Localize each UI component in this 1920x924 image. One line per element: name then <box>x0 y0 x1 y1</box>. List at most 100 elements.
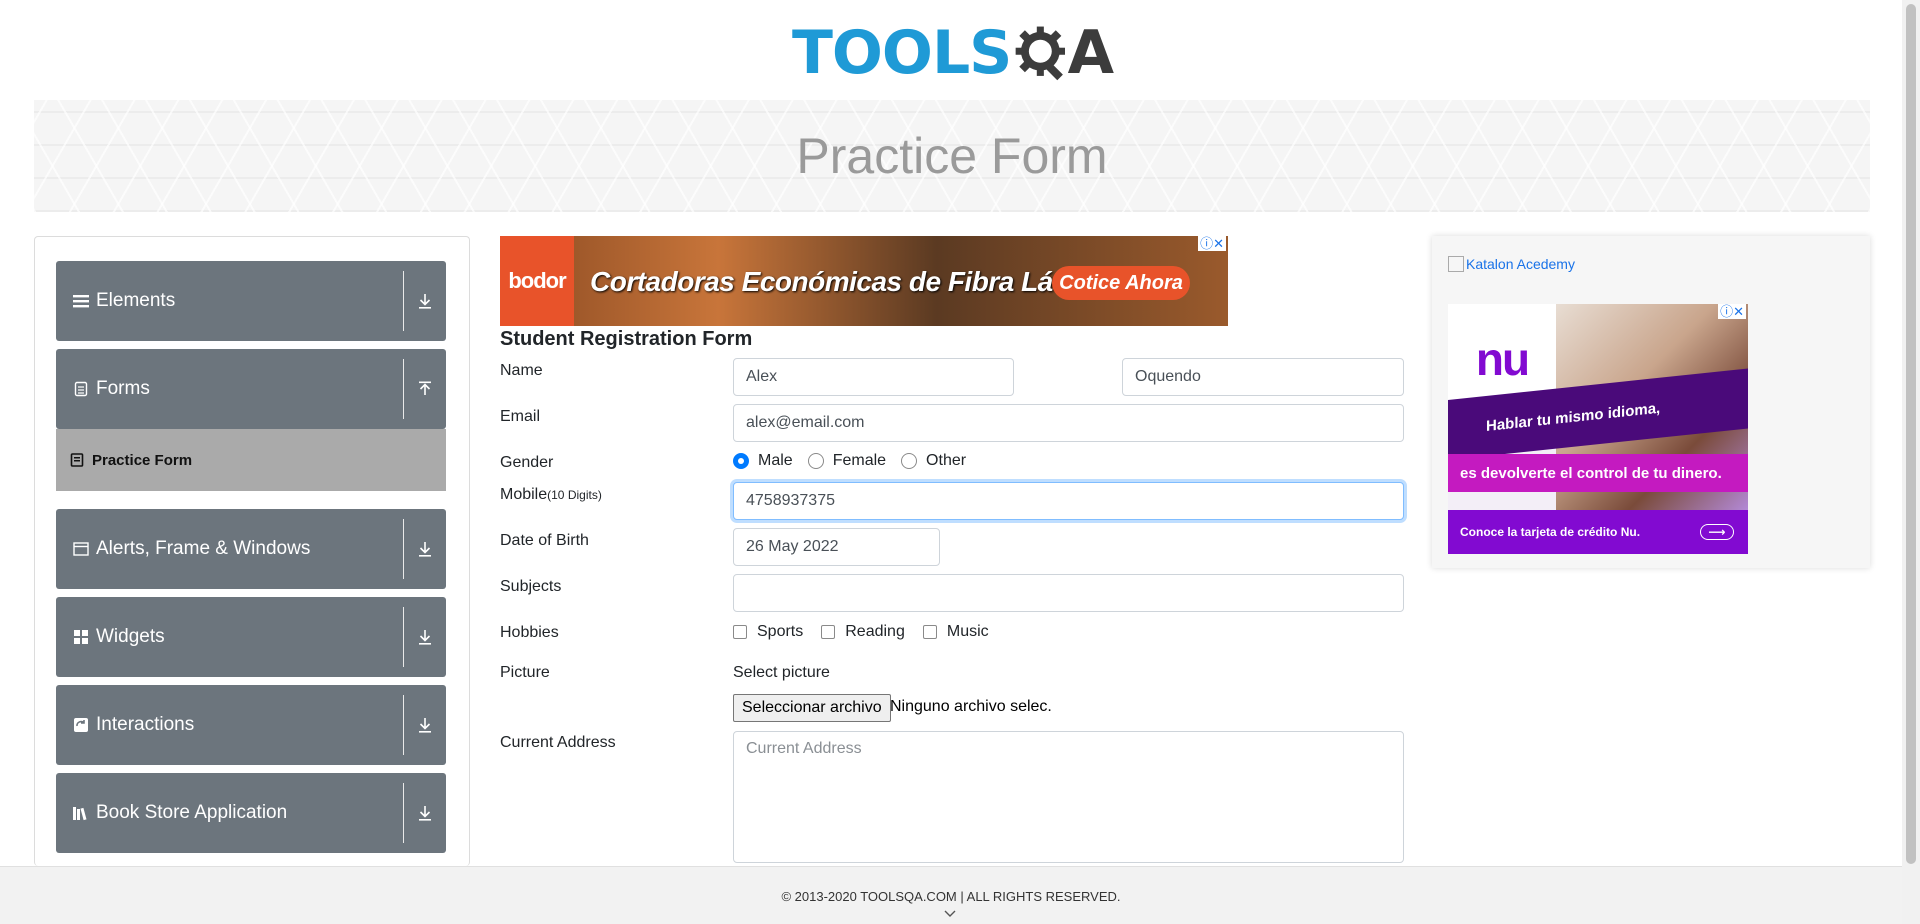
hobby-label: Music <box>946 623 989 640</box>
hamburger-icon <box>72 292 90 310</box>
gear-magnifier-icon <box>1016 26 1066 81</box>
arrow-right-icon[interactable]: ⟶ <box>1700 524 1734 540</box>
ad-line-2: es devolverte el control de tu dinero. <box>1448 454 1748 492</box>
email-input[interactable]: alex@email.com <box>733 404 1404 442</box>
sidebar-group-label: Elements <box>96 290 176 311</box>
gender-radio-group: Male Female Other <box>733 452 981 470</box>
hobbies-checkbox-group: Sports Reading Music <box>733 623 1004 641</box>
download-icon[interactable] <box>412 597 438 677</box>
upload-icon[interactable] <box>412 349 438 429</box>
mobile-input[interactable]: 4758937375 <box>733 482 1404 520</box>
ad-line-3: Conoce la tarjeta de crédito Nu. <box>1460 525 1641 539</box>
gender-option-label: Female <box>832 452 887 469</box>
ad-cta-button[interactable]: Cotice Ahora <box>1052 266 1190 300</box>
dob-label: Date of Birth <box>500 532 589 549</box>
page-title: Practice Form <box>796 128 1108 184</box>
advertisement-banner[interactable]: bodor Cortadoras Económicas de Fibra Lás… <box>500 236 1228 326</box>
gender-other-option[interactable]: Other <box>901 452 966 470</box>
mobile-label-text: Mobile <box>500 486 548 503</box>
sidebar-group-label: Forms <box>96 378 150 399</box>
divider <box>403 359 404 419</box>
hobbies-label: Hobbies <box>500 624 559 641</box>
current-address-textarea[interactable]: Current Address <box>733 731 1404 863</box>
image-alt-text: Katalon Acedemy <box>1466 256 1575 272</box>
sidebar-group-interactions[interactable]: Interactions <box>56 685 446 765</box>
file-status-text: Ninguno archivo selec. <box>890 698 1052 715</box>
grid-icon <box>72 628 90 646</box>
radio-button[interactable] <box>901 453 918 469</box>
sidebar-group-book-store-application[interactable]: Book Store Application <box>56 773 446 853</box>
ad-choices-icon[interactable]: ⓘ✕ <box>1718 304 1746 319</box>
sidebar-group-alerts-frame-windows[interactable]: Alerts, Frame & Windows <box>56 509 446 589</box>
name-label: Name <box>500 362 543 379</box>
form-icon <box>70 453 84 467</box>
hobby-music-option[interactable]: Music <box>922 623 989 641</box>
document-icon <box>72 380 90 398</box>
sidebar-item-practice-form[interactable]: Practice Form <box>56 429 446 491</box>
checkbox[interactable] <box>922 625 937 639</box>
copyright-text: © 2013-2020 TOOLSQA.COM | ALL RIGHTS RES… <box>781 889 1121 904</box>
form-title: Student Registration Form <box>500 328 753 350</box>
sidebar-group-label: Interactions <box>96 714 195 735</box>
sidebar-group-elements[interactable]: Elements <box>56 261 446 341</box>
last-name-input[interactable]: Oquendo <box>1122 358 1404 396</box>
interaction-icon <box>72 716 90 734</box>
side-advertisement: Katalon Acedemy nu Hablar tu mismo idiom… <box>1432 236 1870 568</box>
katalon-ad-link[interactable]: Katalon Acedemy <box>1448 256 1575 272</box>
nu-advertisement[interactable]: nu Hablar tu mismo idioma, es devolverte… <box>1448 304 1748 554</box>
scrollbar-thumb[interactable] <box>1906 4 1916 864</box>
current-address-label: Current Address <box>500 734 616 751</box>
ad-brand-logo: bodor <box>500 236 574 326</box>
subjects-label: Subjects <box>500 578 562 595</box>
vertical-scrollbar[interactable] <box>1902 0 1920 924</box>
gender-label: Gender <box>500 454 554 471</box>
email-label: Email <box>500 408 541 425</box>
chevron-down-icon[interactable] <box>943 907 957 921</box>
sidebar-group-widgets[interactable]: Widgets <box>56 597 446 677</box>
divider <box>403 607 404 667</box>
gender-female-option[interactable]: Female <box>807 452 887 470</box>
logo-text-end: A <box>1067 18 1114 88</box>
ad-footer-band: Conoce la tarjeta de crédito Nu. ⟶ <box>1448 510 1748 554</box>
toolsqa-logo[interactable]: TOOLS A <box>792 16 1114 90</box>
checkbox[interactable] <box>821 625 836 639</box>
sidebar-group-label: Widgets <box>96 626 165 647</box>
page-banner: Practice Form <box>34 100 1870 212</box>
hobby-reading-option[interactable]: Reading <box>821 623 905 641</box>
divider <box>403 271 404 331</box>
download-icon[interactable] <box>412 685 438 765</box>
mobile-label: Mobile(10 Digits) <box>500 486 602 504</box>
hobby-sports-option[interactable]: Sports <box>733 623 803 641</box>
gender-option-label: Male <box>758 452 793 469</box>
ad-headline: Cortadoras Económicas de Fibra Láser <box>590 266 1094 297</box>
date-of-birth-input[interactable]: 26 May 2022 <box>733 528 940 566</box>
subjects-input[interactable] <box>733 574 1404 612</box>
ad-line-1: Hablar tu mismo idioma, <box>1486 399 1661 436</box>
mobile-hint: (10 Digits) <box>547 488 602 502</box>
sidebar-item-label: Practice Form <box>92 451 193 469</box>
sidebar-group-forms[interactable]: Forms <box>56 349 446 429</box>
hobby-label: Sports <box>757 623 804 640</box>
logo-text: TOOLS <box>792 18 1012 88</box>
footer: © 2013-2020 TOOLSQA.COM | ALL RIGHTS RES… <box>0 866 1902 924</box>
download-icon[interactable] <box>412 773 438 853</box>
radio-button[interactable] <box>807 453 824 469</box>
radio-button[interactable] <box>733 453 749 469</box>
picture-label: Picture <box>500 664 550 681</box>
gender-option-label: Other <box>926 452 967 469</box>
divider <box>403 519 404 579</box>
divider <box>403 695 404 755</box>
broken-image-icon <box>1448 256 1464 272</box>
gender-male-option[interactable]: Male <box>733 452 793 470</box>
choose-file-button[interactable]: Seleccionar archivo <box>733 694 891 722</box>
sidebar: Elements Forms Practice Form Alerts, Fra… <box>34 236 470 866</box>
download-icon[interactable] <box>412 261 438 341</box>
checkbox[interactable] <box>733 625 747 639</box>
hobby-label: Reading <box>845 623 905 640</box>
first-name-input[interactable]: Alex <box>733 358 1014 396</box>
ad-choices-icon[interactable]: ⓘ✕ <box>1198 236 1226 251</box>
sidebar-group-label: Alerts, Frame & Windows <box>96 538 311 559</box>
download-icon[interactable] <box>412 509 438 589</box>
sidebar-group-label: Book Store Application <box>96 802 288 823</box>
textarea-placeholder: Current Address <box>746 740 862 757</box>
